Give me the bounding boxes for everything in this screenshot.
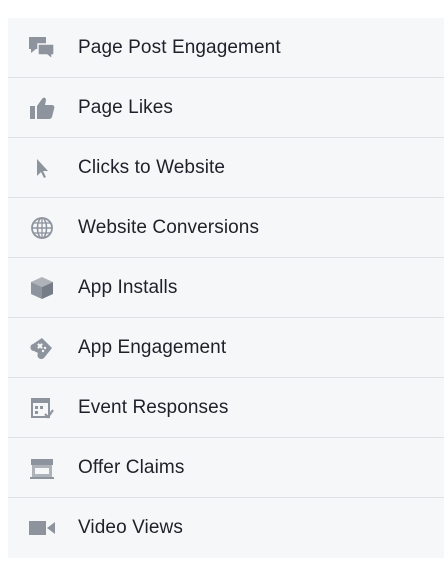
objective-video-views[interactable]: Video Views [8,498,444,558]
objective-clicks-to-website[interactable]: Clicks to Website [8,138,444,198]
objective-label: App Installs [78,276,178,298]
box-icon [24,275,60,301]
storefront-icon [24,455,60,481]
objective-label: Clicks to Website [78,156,226,178]
objective-app-installs[interactable]: App Installs [8,258,444,318]
objective-event-responses[interactable]: Event Responses [8,378,444,438]
objective-offer-claims[interactable]: Offer Claims [8,438,444,498]
cursor-arrow-icon [24,156,60,180]
objective-label: Page Post Engagement [78,36,281,58]
speech-bubbles-icon [24,35,60,61]
objective-website-conversions[interactable]: Website Conversions [8,198,444,258]
thumbs-up-icon [24,95,60,121]
objective-app-engagement[interactable]: App Engagement [8,318,444,378]
objective-label: Page Likes [78,96,174,118]
objective-page-post-engagement[interactable]: Page Post Engagement [8,18,444,78]
calendar-icon [24,395,60,421]
objective-label: App Engagement [78,336,227,358]
objective-page-likes[interactable]: Page Likes [8,78,444,138]
objective-label: Website Conversions [78,216,260,238]
game-controller-icon [24,334,60,362]
objective-label: Event Responses [78,396,229,418]
objective-label: Offer Claims [78,456,185,478]
video-camera-icon [24,517,60,539]
globe-icon [24,215,60,241]
objective-label: Video Views [78,517,183,538]
objective-list: Page Post Engagement Page Likes Clicks t… [8,18,444,558]
